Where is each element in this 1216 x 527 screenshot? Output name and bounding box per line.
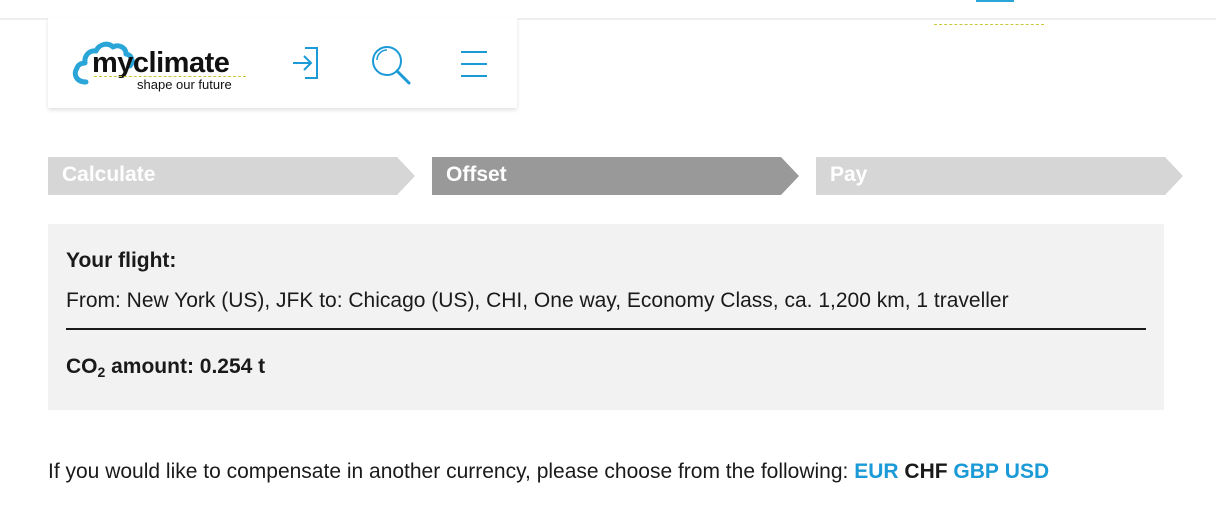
co2-prefix: CO [66,355,98,378]
progress-steps: Calculate Offset Pay [48,157,1188,195]
currency-chf-selected: CHF [904,460,948,483]
co2-amount: CO2 amount: 0.254 t [66,354,265,385]
menu-icon[interactable] [459,44,489,89]
co2-value: amount: 0.254 t [105,355,266,378]
top-dashed-line [934,24,1044,25]
currency-gbp-link[interactable]: GBP [953,460,999,483]
header: myclimate shape our future [48,18,517,108]
currency-eur-link[interactable]: EUR [854,460,898,483]
currency-selector: If you would like to compensate in anoth… [48,459,1049,485]
step-pay[interactable]: Pay [816,157,1183,195]
step-calculate[interactable]: Calculate [48,157,415,195]
summary-divider [66,328,1146,330]
flight-route: From: New York (US), JFK to: Chicago (US… [66,289,1009,312]
flight-summary: Your flight: From: New York (US), JFK to… [48,224,1164,410]
currency-prompt: If you would like to compensate in anoth… [48,460,855,483]
logo[interactable]: myclimate shape our future [72,36,246,92]
top-accent-bar [976,0,1014,2]
logo-wordmark: myclimate [92,47,230,79]
login-icon[interactable] [289,44,323,87]
step-offset[interactable]: Offset [432,157,799,195]
search-icon[interactable] [369,44,413,91]
logo-tagline: shape our future [137,77,232,92]
summary-title: Your flight: [66,249,177,272]
currency-usd-link[interactable]: USD [1005,460,1049,483]
